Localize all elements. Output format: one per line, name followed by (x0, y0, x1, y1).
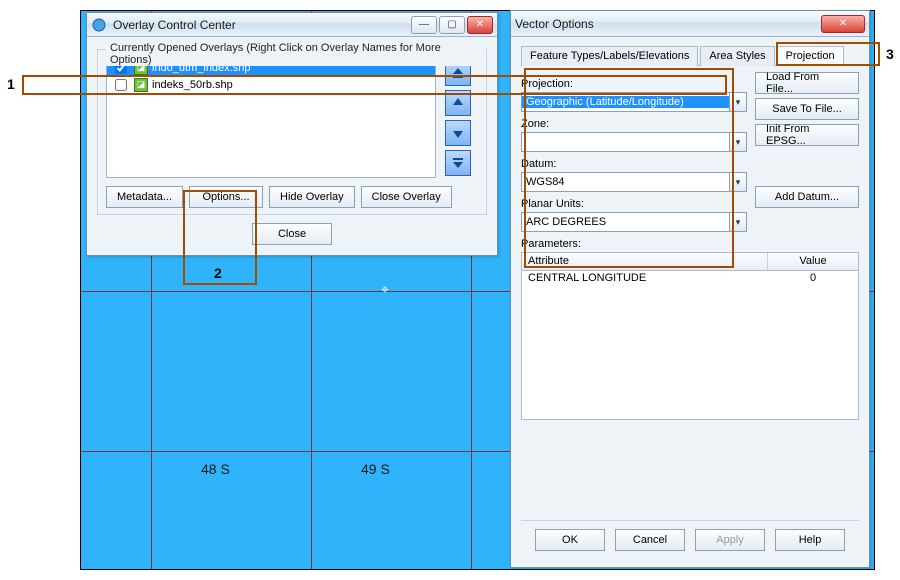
app-icon (91, 17, 107, 33)
chevron-down-icon[interactable] (729, 173, 746, 191)
planar-units-value: ARC DEGREES (522, 216, 729, 228)
annotation-number: 3 (886, 46, 894, 62)
close-window-button[interactable]: ✕ (467, 16, 493, 34)
column-header-value[interactable]: Value (768, 253, 858, 270)
datum-value: WGS84 (522, 176, 729, 188)
projection-label: Projection: (521, 78, 747, 90)
overlay-listbox[interactable]: ◪ indo_utm_index.shp ◪ indeks_50rb.shp (106, 58, 436, 178)
overlay-list-item[interactable]: ◪ indeks_50rb.shp (107, 76, 435, 93)
maximize-button[interactable]: ▢ (439, 16, 465, 34)
load-from-file-button[interactable]: Load From File... (755, 72, 859, 94)
save-to-file-button[interactable]: Save To File... (755, 98, 859, 120)
dialog-footer: OK Cancel Apply Help (521, 520, 859, 557)
add-datum-button[interactable]: Add Datum... (755, 186, 859, 208)
close-dialog-button[interactable]: Close (252, 223, 332, 245)
chevron-down-icon[interactable] (729, 133, 746, 151)
zone-combo[interactable] (521, 132, 747, 152)
tab-feature-types[interactable]: Feature Types/Labels/Elevations (521, 46, 698, 66)
planar-units-label: Planar Units: (521, 198, 747, 210)
options-button[interactable]: Options... (189, 186, 263, 208)
groupbox-legend: Currently Opened Overlays (Right Click o… (106, 42, 486, 66)
titlebar[interactable]: Overlay Control Center — ▢ ✕ (87, 13, 497, 37)
overlays-groupbox: Currently Opened Overlays (Right Click o… (97, 49, 487, 215)
parameters-label: Parameters: (521, 238, 859, 250)
map-label: 49 S (361, 461, 390, 477)
minimize-button[interactable]: — (411, 16, 437, 34)
tab-area-styles[interactable]: Area Styles (700, 46, 774, 66)
projection-combo[interactable]: Geographic (Latitude/Longitude) (521, 92, 747, 112)
overlay-control-window: Overlay Control Center — ▢ ✕ Currently O… (86, 12, 498, 256)
tab-projection[interactable]: Projection (777, 46, 844, 66)
cursor-icon: ⌖ (381, 281, 389, 298)
move-down-button[interactable] (445, 120, 471, 146)
move-bottom-button[interactable] (445, 150, 471, 176)
layer-icon: ◪ (134, 78, 148, 92)
parameter-attribute: CENTRAL LONGITUDE (522, 271, 768, 287)
overlay-name: indeks_50rb.shp (152, 79, 233, 91)
move-up-button[interactable] (445, 90, 471, 116)
metadata-button[interactable]: Metadata... (106, 186, 183, 208)
cancel-button[interactable]: Cancel (615, 529, 685, 551)
annotation-number: 2 (214, 265, 222, 281)
chevron-down-icon[interactable] (729, 213, 746, 231)
close-window-button[interactable]: ✕ (821, 15, 865, 33)
annotation-number: 1 (7, 76, 15, 92)
datum-combo[interactable]: WGS84 (521, 172, 747, 192)
close-overlay-button[interactable]: Close Overlay (361, 186, 452, 208)
datum-label: Datum: (521, 158, 747, 170)
help-button[interactable]: Help (775, 529, 845, 551)
parameter-value: 0 (768, 271, 858, 287)
column-header-attribute[interactable]: Attribute (522, 253, 768, 270)
ok-button[interactable]: OK (535, 529, 605, 551)
map-label: 48 S (201, 461, 230, 477)
parameters-list[interactable]: CENTRAL LONGITUDE 0 (521, 270, 859, 420)
init-from-epsg-button[interactable]: Init From EPSG... (755, 124, 859, 146)
hide-overlay-button[interactable]: Hide Overlay (269, 186, 355, 208)
overlay-visible-checkbox[interactable] (115, 79, 127, 91)
planar-units-combo[interactable]: ARC DEGREES (521, 212, 747, 232)
vector-options-window: Vector Options ✕ Feature Types/Labels/El… (510, 10, 870, 568)
window-title: Vector Options (515, 17, 821, 31)
tab-strip: Feature Types/Labels/Elevations Area Sty… (521, 45, 859, 66)
parameter-row[interactable]: CENTRAL LONGITUDE 0 (522, 271, 858, 287)
chevron-down-icon[interactable] (729, 93, 746, 111)
projection-value: Geographic (Latitude/Longitude) (522, 96, 729, 108)
apply-button: Apply (695, 529, 765, 551)
window-title: Overlay Control Center (113, 18, 411, 32)
titlebar[interactable]: Vector Options ✕ (511, 11, 869, 37)
parameters-header: Attribute Value (521, 252, 859, 270)
zone-label: Zone: (521, 118, 747, 130)
